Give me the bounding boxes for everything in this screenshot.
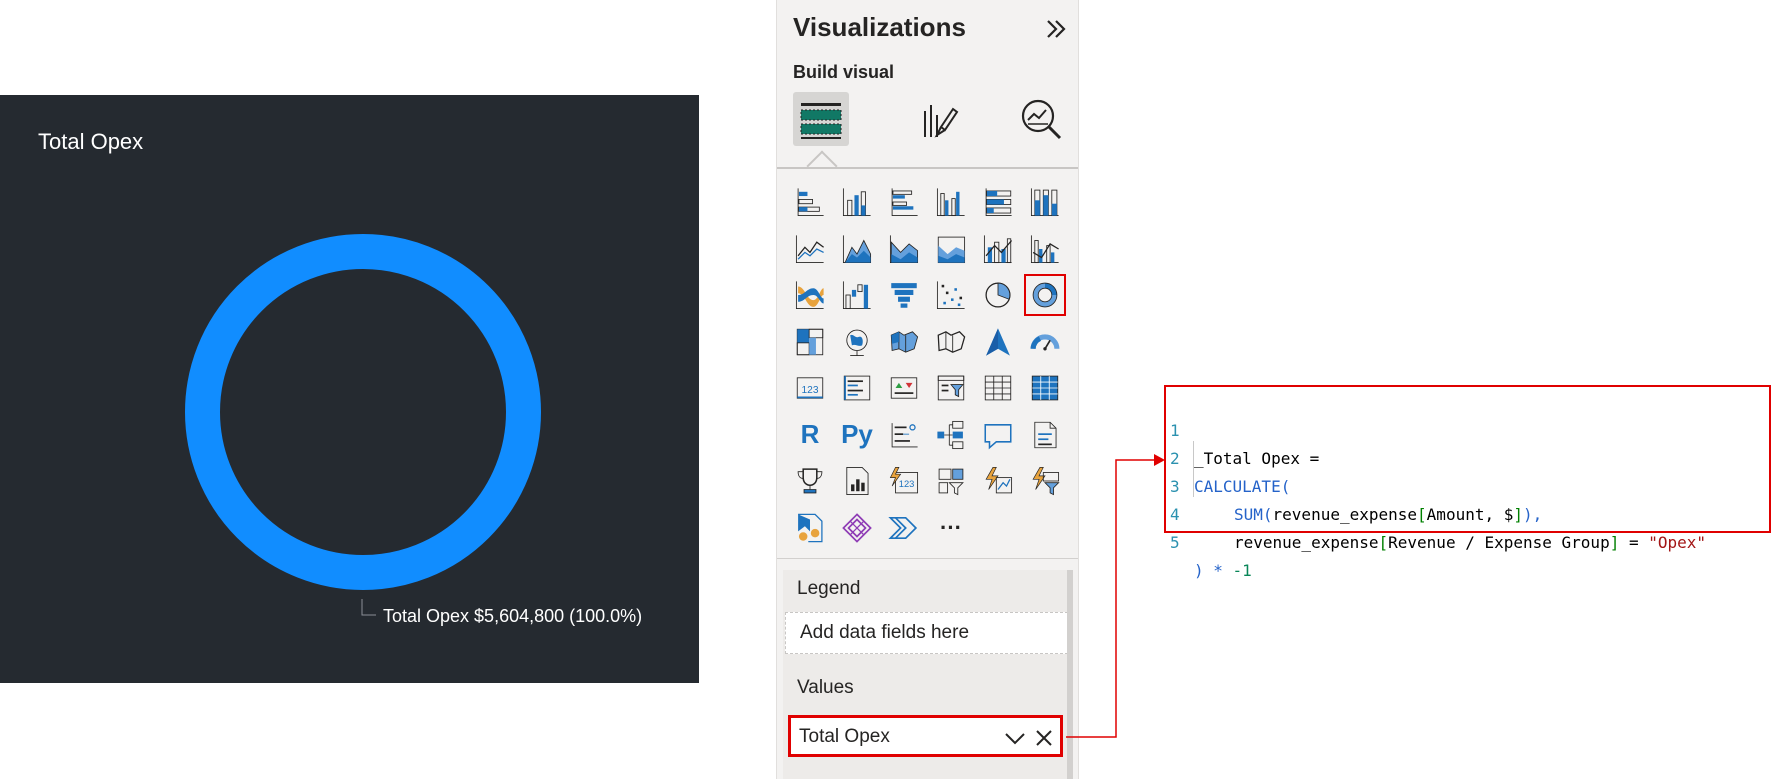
scrollbar[interactable] <box>1067 570 1073 779</box>
gauge-icon[interactable] <box>1025 322 1065 362</box>
clustered-bar-chart-icon[interactable] <box>884 182 924 222</box>
slicer-icon[interactable] <box>931 368 971 408</box>
pie-chart-icon[interactable] <box>978 275 1018 315</box>
decomposition-tree-icon[interactable] <box>931 415 971 455</box>
donut-chart-icon[interactable] <box>1024 274 1066 316</box>
power-apps-slicer-icon[interactable] <box>931 461 971 501</box>
code-line: 4 revenue_expense[Revenue / Expense Grou… <box>1166 473 1706 552</box>
chevron-down-icon[interactable] <box>1004 728 1026 748</box>
area-chart-icon[interactable] <box>837 229 877 269</box>
more-visuals-icon[interactable]: ··· <box>931 508 971 548</box>
values-field-label: Total Opex <box>799 726 890 747</box>
code-line: 1 _Total Opex = <box>1166 389 1319 468</box>
code-line: 2 CALCULATE( <box>1166 417 1290 496</box>
line-and-clustered-column-chart-icon[interactable] <box>1025 229 1065 269</box>
legend-drop-zone[interactable]: Add data fields here <box>785 612 1068 654</box>
100-stacked-bar-chart-icon[interactable] <box>978 182 1018 222</box>
build-visual-icon[interactable] <box>793 92 849 146</box>
smart-narrative-icon[interactable] <box>1025 415 1065 455</box>
double-chevron-right-icon[interactable] <box>1043 14 1071 44</box>
donut-chart-visual[interactable]: Total Opex Total Opex $5,604,800 (100.0%… <box>0 95 699 683</box>
svg-text:123: 123 <box>802 385 819 396</box>
values-field-pill[interactable]: Total Opex <box>789 716 1062 756</box>
funnel-icon[interactable] <box>884 275 924 315</box>
pane-title: Visualizations <box>793 12 966 42</box>
svg-text:123: 123 <box>899 479 915 489</box>
kpi-icon[interactable] <box>884 368 924 408</box>
data-label: Total Opex $5,604,800 (100.0%) <box>383 606 642 626</box>
matrix-icon[interactable] <box>1025 368 1065 408</box>
stacked-column-chart-icon[interactable] <box>837 182 877 222</box>
table-icon[interactable] <box>978 368 1018 408</box>
data-label-leader-line <box>361 599 376 616</box>
analytics-icon[interactable] <box>1013 92 1069 146</box>
paginated-report-icon[interactable] <box>837 461 877 501</box>
code-text: ) * -1 <box>1194 561 1252 580</box>
map-icon[interactable] <box>837 322 877 362</box>
values-well-label: Values <box>797 677 854 698</box>
dax-measure-code: 1 _Total Opex = 2 CALCULATE( 3 SUM(reven… <box>1164 385 1771 580</box>
legend-placeholder: Add data fields here <box>800 622 970 643</box>
legend-well-label: Legend <box>797 578 861 599</box>
visualizations-pane: Visualizations Build visual 123 R Py 123 ··· <box>776 0 1079 779</box>
power-automate-chevron-icon[interactable] <box>884 508 924 548</box>
power-apps-icon[interactable] <box>790 508 830 548</box>
code-text: SUM(revenue_expense[Amount, $]), <box>1234 505 1543 524</box>
multi-row-card-icon[interactable] <box>837 368 877 408</box>
close-icon[interactable] <box>1034 728 1054 748</box>
metrics-icon[interactable] <box>790 461 830 501</box>
waterfall-chart-icon[interactable] <box>837 275 877 315</box>
key-influencers-icon[interactable] <box>884 415 924 455</box>
selected-mode-caret <box>806 150 838 182</box>
code-line: 5 ) * -1 <box>1166 501 1252 580</box>
power-automate-icon[interactable] <box>978 461 1018 501</box>
ribbon-chart-icon[interactable] <box>790 275 830 315</box>
100-stacked-column-chart-icon[interactable] <box>1025 182 1065 222</box>
qa-icon[interactable] <box>978 415 1018 455</box>
filled-map-icon[interactable] <box>884 322 924 362</box>
power-apps-filter-icon[interactable] <box>1025 461 1065 501</box>
stacked-area-chart-icon[interactable] <box>884 229 924 269</box>
donut-chart-svg: Total Opex $5,604,800 (100.0%) <box>185 234 642 626</box>
code-text: revenue_expense[Revenue / Expense Group]… <box>1234 533 1707 552</box>
code-line: 3 SUM(revenue_expense[Amount, $]), <box>1166 445 1542 524</box>
power-apps-diamond-icon[interactable] <box>837 508 877 548</box>
clustered-column-chart-icon[interactable] <box>931 182 971 222</box>
code-text: CALCULATE( <box>1194 477 1291 496</box>
r-script-visual-icon[interactable]: R <box>790 415 830 455</box>
100-stacked-area-chart-icon[interactable] <box>931 229 971 269</box>
power-apps-card-icon[interactable]: 123 <box>884 461 924 501</box>
scatter-chart-icon[interactable] <box>931 275 971 315</box>
build-visual-heading: Build visual <box>793 62 895 82</box>
donut-slice-0[interactable] <box>185 234 541 590</box>
line-chart-icon[interactable] <box>790 229 830 269</box>
divider <box>777 167 1078 169</box>
code-text: _Total Opex = <box>1194 449 1320 468</box>
field-wells: Legend Add data fields here Values Total… <box>783 570 1070 779</box>
format-visual-icon[interactable] <box>909 92 965 146</box>
azure-map-icon[interactable] <box>978 322 1018 362</box>
stacked-bar-chart-icon[interactable] <box>790 182 830 222</box>
line-and-stacked-column-chart-icon[interactable] <box>978 229 1018 269</box>
shape-map-icon[interactable] <box>931 322 971 362</box>
card-icon[interactable]: 123 <box>790 368 830 408</box>
line-number: 5 <box>1170 533 1180 552</box>
python-visual-icon[interactable]: Py <box>837 415 877 455</box>
divider <box>777 558 1078 559</box>
treemap-icon[interactable] <box>790 322 830 362</box>
